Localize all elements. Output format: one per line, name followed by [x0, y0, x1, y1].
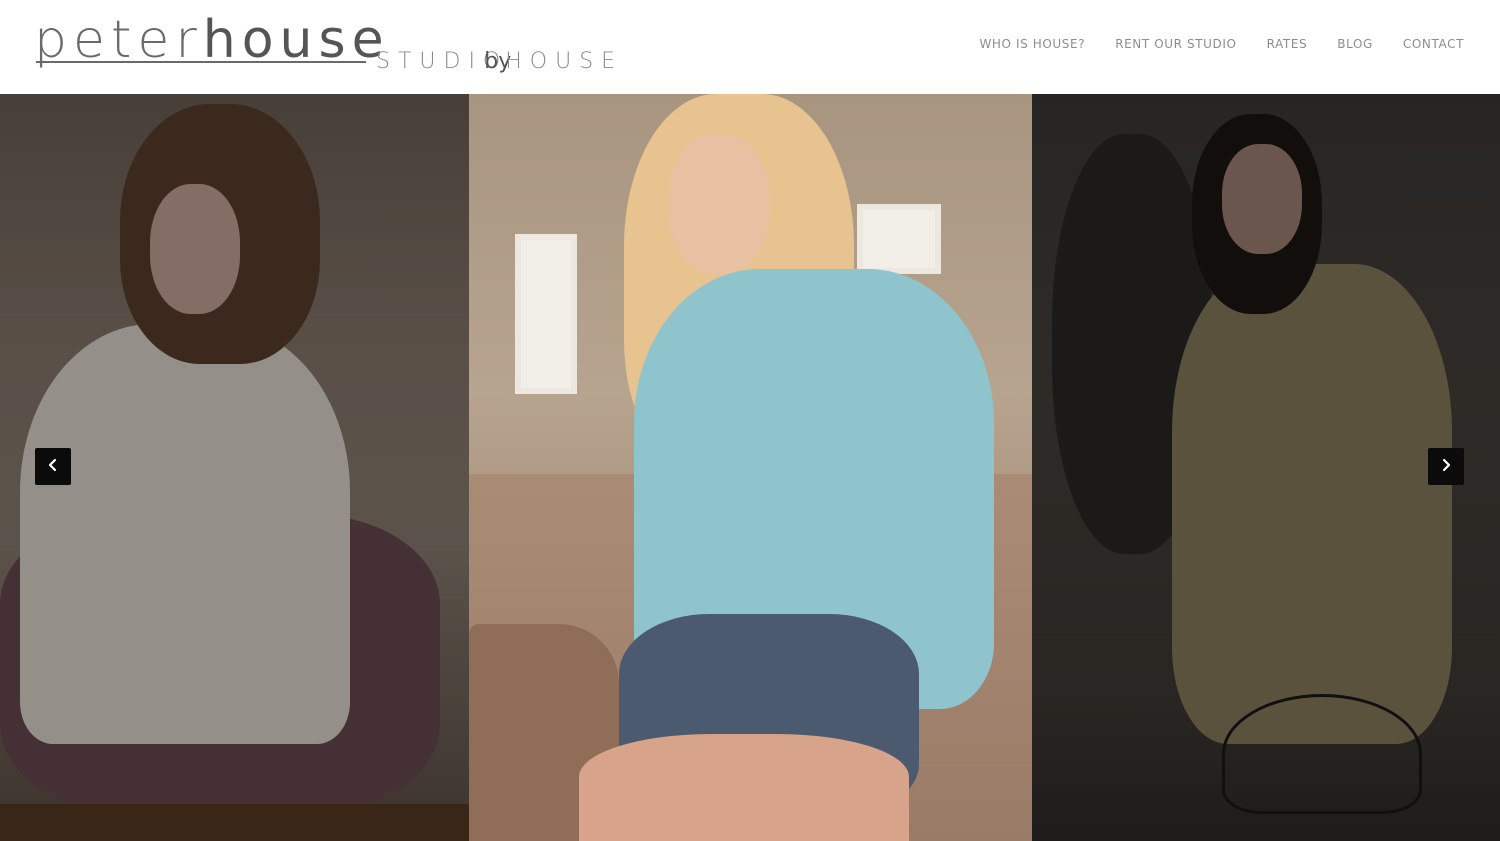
- logo-studio-line: STUDIObyHOUSE: [376, 49, 623, 75]
- model-legs-shape: [579, 734, 909, 841]
- slide-center-photo[interactable]: [469, 94, 1032, 841]
- logo-house-suffix-text: HOUSE: [505, 49, 624, 74]
- main-nav: WHO IS HOUSE? RENT OUR STUDIO RATES BLOG…: [979, 37, 1464, 51]
- logo-wordmark: peterhouse: [34, 12, 390, 68]
- logo-underline: [36, 61, 366, 63]
- nav-contact[interactable]: CONTACT: [1403, 37, 1464, 51]
- chevron-right-icon: [1439, 457, 1453, 476]
- photo-slider: [0, 94, 1500, 841]
- site-header: peterhouse STUDIObyHOUSE WHO IS HOUSE? R…: [0, 0, 1500, 94]
- nav-blog[interactable]: BLOG: [1337, 37, 1373, 51]
- nav-who-is-house[interactable]: WHO IS HOUSE?: [979, 37, 1085, 51]
- nav-rent-our-studio[interactable]: RENT OUR STUDIO: [1115, 37, 1236, 51]
- window-shape: [857, 204, 941, 274]
- model-face-shape: [669, 134, 769, 274]
- chevron-left-icon: [46, 457, 60, 476]
- next-slide-button[interactable]: [1428, 448, 1464, 485]
- prev-slide-button[interactable]: [35, 448, 71, 485]
- window-shape: [515, 234, 577, 394]
- peterhouse-logo[interactable]: peterhouse STUDIObyHOUSE: [34, 8, 634, 88]
- nav-rates[interactable]: RATES: [1267, 37, 1308, 51]
